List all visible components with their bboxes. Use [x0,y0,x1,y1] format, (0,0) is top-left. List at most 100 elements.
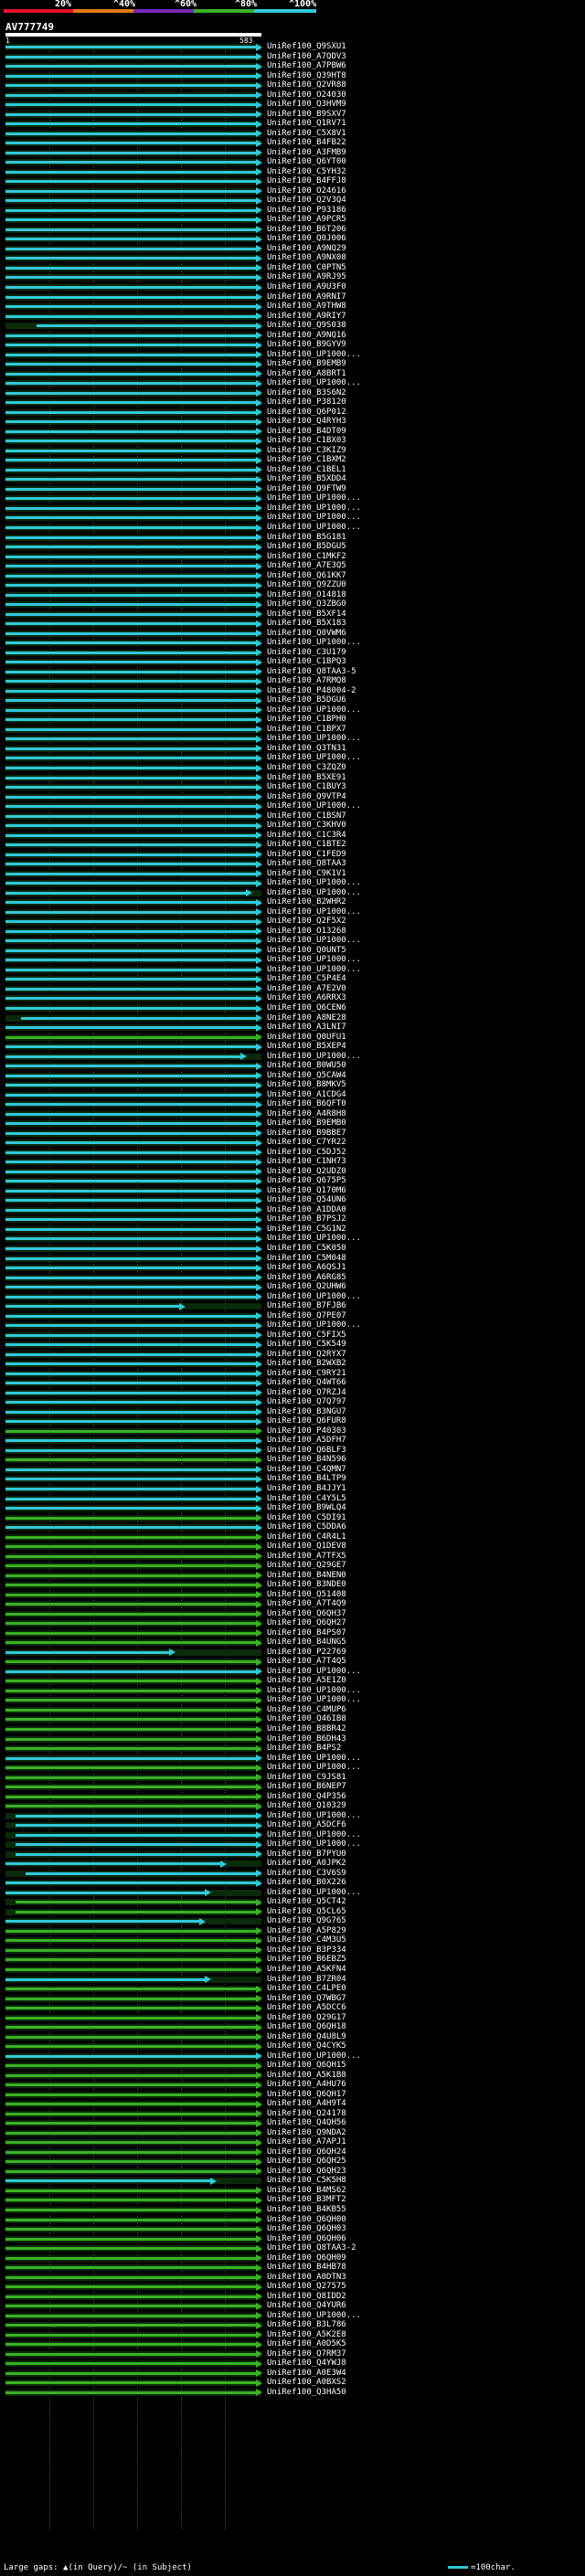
hit-label[interactable]: UniRef100_A9RJ95 [267,273,346,281]
hit-label[interactable]: UniRef100_C3V6S9 [267,1869,346,1878]
hit-bar[interactable] [5,1458,256,1462]
hit-bar[interactable] [5,2122,256,2125]
hit-bar[interactable] [5,1065,256,1068]
hit-bar[interactable] [5,506,256,510]
hit-label[interactable]: UniRef100_B4N596 [267,1456,346,1464]
hit-bar[interactable] [5,1055,241,1058]
hit-label[interactable]: UniRef100_B4FFJ8 [267,177,346,186]
hit-bar[interactable] [5,1612,256,1616]
hit-bar[interactable] [5,2371,256,2375]
hit-label[interactable]: UniRef100_Q8TAA3-5 [267,667,356,676]
hit-bar[interactable] [5,1305,179,1309]
hit-label[interactable]: UniRef100_A9THW8 [267,302,346,311]
hit-label[interactable]: UniRef100_A4HU76 [267,2081,346,2089]
hit-label[interactable]: UniRef100_A6QSJ1 [267,1264,346,1272]
hit-bar[interactable] [5,276,256,280]
hit-label[interactable]: UniRef100_UP1000... [267,1686,361,1695]
hit-label[interactable]: UniRef100_A0BXS2 [267,2379,346,2387]
hit-label[interactable]: UniRef100_O24616 [267,186,346,196]
hit-label[interactable]: UniRef100_Q2F5X2 [267,917,346,926]
hit-label[interactable]: UniRef100_UP1000... [267,802,361,811]
hit-bar[interactable] [5,1929,256,1933]
hit-label[interactable]: UniRef100_C5M048 [267,1254,346,1263]
hit-bar[interactable] [5,478,256,482]
hit-label[interactable]: UniRef100_UP1000... [267,1840,361,1849]
hit-label[interactable]: UniRef100_A9NQ29 [267,244,346,253]
hit-bar[interactable] [5,2103,256,2106]
hit-label[interactable]: UniRef100_Q27575 [267,2283,346,2291]
hit-label[interactable]: UniRef100_Q6QH06 [267,2234,346,2243]
hit-label[interactable]: UniRef100_P40303 [267,1426,346,1436]
hit-bar[interactable] [5,103,256,107]
hit-label[interactable]: UniRef100_B5XF14 [267,610,346,619]
hit-bar[interactable] [26,1871,256,1875]
hit-label[interactable]: UniRef100_C1MKF2 [267,552,346,561]
hit-label[interactable]: UniRef100_Q51408 [267,1590,346,1599]
hit-bar[interactable] [5,1122,256,1126]
hit-label[interactable]: UniRef100_A1CDG4 [267,1090,346,1099]
hit-bar[interactable] [5,2228,256,2231]
hit-bar[interactable] [5,1535,256,1539]
hit-bar[interactable] [5,1199,256,1203]
hit-label[interactable]: UniRef100_O13268 [267,927,346,936]
hit-label[interactable]: UniRef100_C1BPQ3 [267,658,346,666]
hit-bar[interactable] [5,1208,256,1212]
hit-bar[interactable] [5,2083,256,2087]
hit-bar[interactable] [5,1007,256,1010]
hit-bar[interactable] [16,1910,256,1913]
hit-bar[interactable] [5,997,256,1001]
hit-label[interactable]: UniRef100_A9NX08 [267,254,346,262]
hit-bar[interactable] [5,2343,256,2347]
hit-bar[interactable] [5,1352,256,1356]
hit-label[interactable]: UniRef100_UP1000... [267,1667,361,1676]
hit-bar[interactable] [5,2237,256,2241]
hit-bar[interactable] [5,2333,256,2337]
hit-bar[interactable] [5,565,256,568]
hit-bar[interactable] [5,2381,256,2385]
hit-bar[interactable] [5,161,256,164]
hit-label[interactable]: UniRef100_Q2V3Q4 [267,196,346,205]
hit-label[interactable]: UniRef100_Q7RZJ4 [267,1388,346,1397]
hit-bar[interactable] [5,516,256,520]
hit-bar[interactable] [5,1382,256,1385]
hit-bar[interactable] [5,1141,256,1145]
hit-bar[interactable] [5,2314,256,2317]
hit-bar[interactable] [5,2016,256,2019]
hit-bar[interactable] [5,189,256,193]
hit-bar[interactable] [5,1247,256,1250]
hit-bar[interactable] [5,247,256,250]
hit-label[interactable]: UniRef100_A9RNI7 [267,292,346,302]
hit-bar[interactable] [5,344,256,347]
hit-label[interactable]: UniRef100_B7PYU0 [267,1850,346,1859]
hit-bar[interactable] [5,680,256,684]
hit-bar[interactable] [5,1420,256,1424]
hit-bar[interactable] [16,1843,256,1847]
hit-bar[interactable] [5,1324,256,1328]
hit-label[interactable]: UniRef100_UP1000... [267,514,361,522]
hit-label[interactable]: UniRef100_Q4YWJ8 [267,2359,346,2368]
hit-bar[interactable] [5,1401,256,1405]
hit-bar[interactable] [5,1112,256,1116]
hit-label[interactable]: UniRef100_B5XE91 [267,773,346,782]
hit-label[interactable]: UniRef100_C7YR22 [267,1139,346,1147]
hit-label[interactable]: UniRef100_C1FED9 [267,850,346,859]
hit-label[interactable]: UniRef100_B5XEP4 [267,1043,346,1051]
hit-label[interactable]: UniRef100_UP1000... [267,1321,361,1330]
hit-label[interactable]: UniRef100_B6DH43 [267,1734,346,1744]
hit-label[interactable]: UniRef100_Q9ZZU0 [267,581,346,589]
hit-bar[interactable] [5,2093,256,2096]
hit-label[interactable]: UniRef100_Q6QH00 [267,2215,346,2224]
hit-label[interactable]: UniRef100_A8NE28 [267,1013,346,1023]
hit-bar[interactable] [5,74,256,78]
hit-label[interactable]: UniRef100_A6RRX3 [267,994,346,1002]
hit-label[interactable]: UniRef100_Q6QH25 [267,2157,346,2166]
hit-label[interactable]: UniRef100_C1BUY3 [267,783,346,791]
hit-bar[interactable] [5,2390,256,2394]
hit-label[interactable]: UniRef100_B4HB78 [267,2263,346,2272]
hit-bar[interactable] [5,1545,256,1549]
hit-label[interactable]: UniRef100_Q4U8L9 [267,2032,346,2041]
hit-label[interactable]: UniRef100_B3NDE0 [267,1581,346,1589]
hit-label[interactable]: UniRef100_A5K1B8 [267,2071,346,2080]
hit-bar[interactable] [5,1631,256,1635]
hit-label[interactable]: UniRef100_C4QMN7 [267,1465,346,1474]
